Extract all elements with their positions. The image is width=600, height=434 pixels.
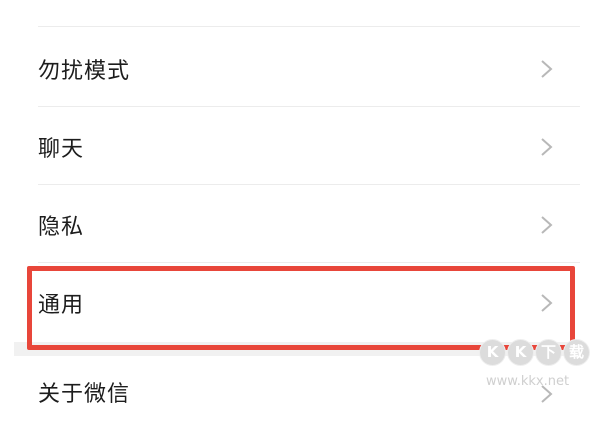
chevron-right-icon [541,60,553,78]
settings-item-privacy[interactable]: 隐私 [0,186,600,264]
row-divider [38,184,580,185]
row-divider [38,106,580,107]
settings-item-about-wechat[interactable]: 关于微信 [0,356,600,434]
row-divider [38,262,580,263]
chevron-right-icon [541,385,553,403]
section-gap [14,342,582,356]
cut-off-row[interactable] [0,0,600,28]
chevron-right-icon [541,138,553,156]
settings-item-general[interactable]: 通用 [0,264,600,342]
settings-item-label: 关于微信 [38,382,131,407]
chevron-right-icon [541,216,553,234]
settings-item-label: 勿扰模式 [38,59,131,84]
settings-list: 勿扰模式 聊天 隐私 通用 关于微信 K K 下 载 www.kkx.net [0,0,600,434]
chevron-right-icon [541,294,553,312]
settings-item-chat[interactable]: 聊天 [0,108,600,186]
settings-item-do-not-disturb[interactable]: 勿扰模式 [0,30,600,108]
settings-item-label: 通用 [38,293,85,318]
settings-item-label: 聊天 [38,137,85,162]
row-divider [38,26,580,27]
settings-item-label: 隐私 [38,215,85,240]
